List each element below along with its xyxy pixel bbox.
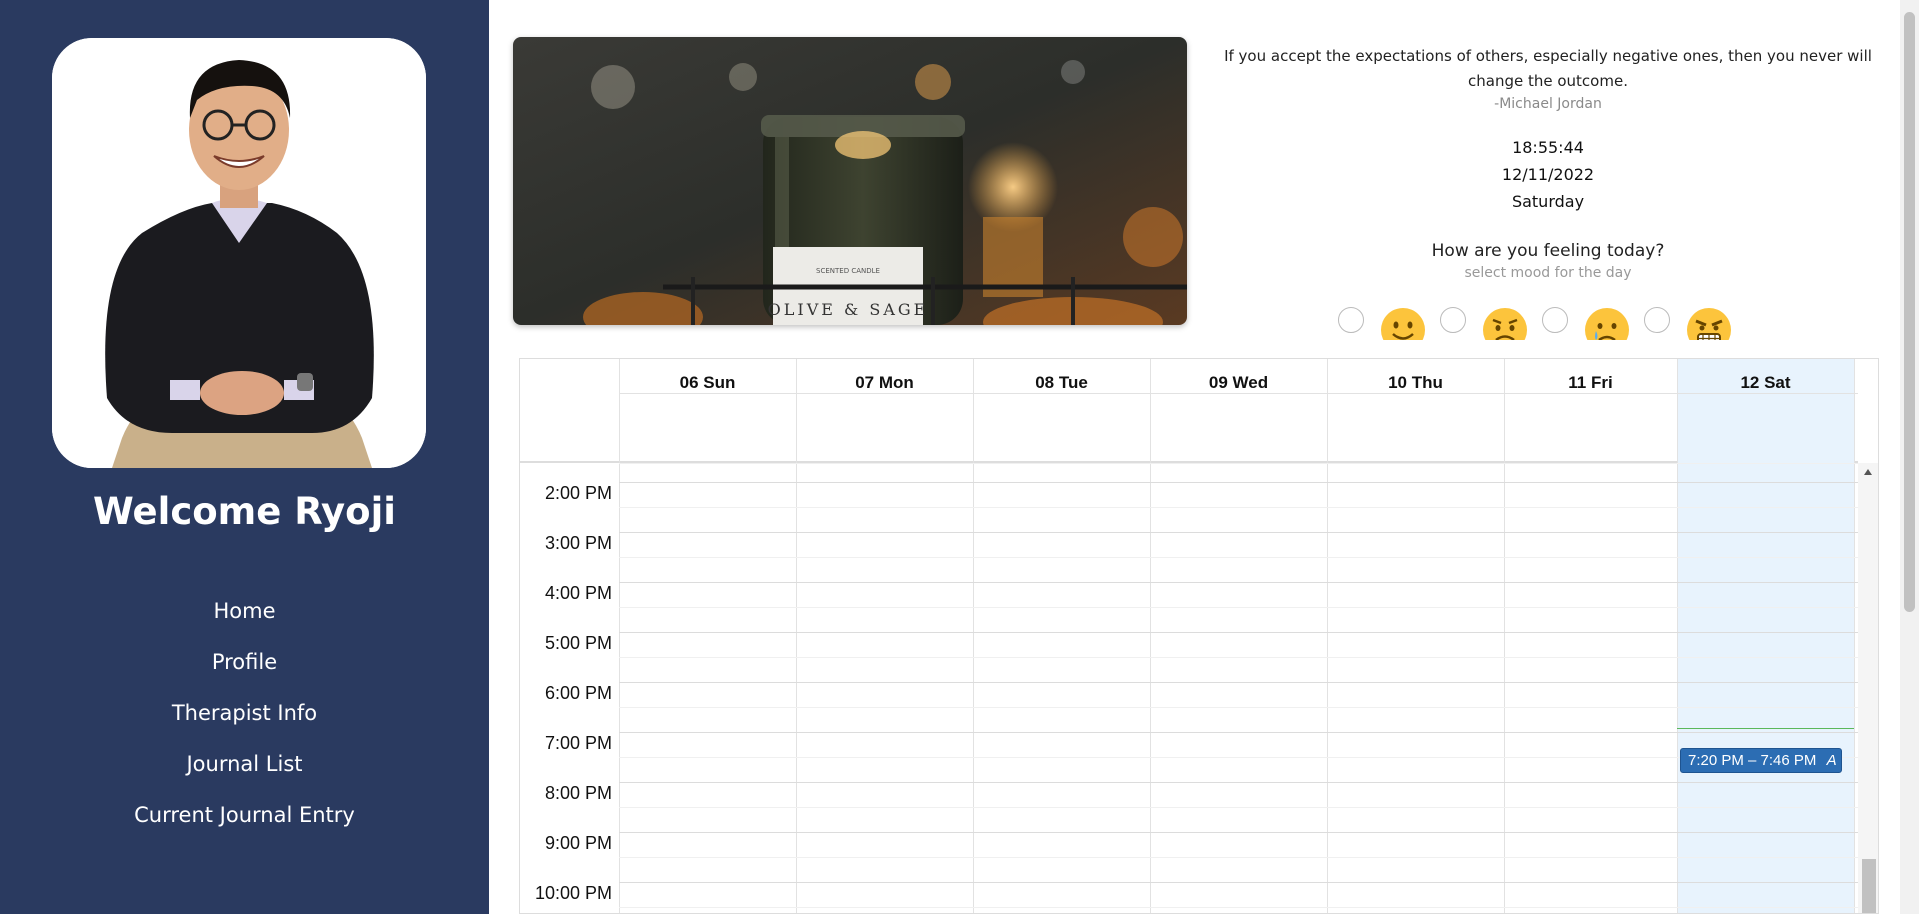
time-label: 2:00 PM bbox=[544, 483, 612, 503]
candle-illustration: SCENTED CANDLE OLIVE & SAGE bbox=[513, 37, 1187, 325]
daily-quote: If you accept the expectations of others… bbox=[1224, 47, 1872, 90]
mood-radio-happy[interactable] bbox=[1338, 307, 1364, 333]
day-header-thu[interactable]: 10 Thu bbox=[1327, 373, 1504, 393]
mood-option-happy bbox=[1338, 300, 1426, 340]
grid-col-line bbox=[1854, 463, 1855, 913]
day-header-fri[interactable]: 11 Fri bbox=[1504, 373, 1677, 393]
nav-link-journal-list[interactable]: Journal List bbox=[186, 752, 302, 776]
nav-link-current-journal-entry[interactable]: Current Journal Entry bbox=[134, 803, 355, 827]
day-header-wed[interactable]: 09 Wed bbox=[1150, 373, 1327, 393]
mood-selector bbox=[1338, 300, 1758, 340]
page-scroll-thumb[interactable] bbox=[1904, 12, 1915, 612]
daily-info-panel: If you accept the expectations of others… bbox=[1208, 44, 1888, 283]
nav-link-profile[interactable]: Profile bbox=[212, 650, 277, 674]
welcome-heading: Welcome Ryoji bbox=[93, 490, 396, 533]
candle-brand-label: OLIVE & SAGE bbox=[768, 300, 929, 319]
mood-option-sad bbox=[1542, 300, 1630, 340]
hour-line bbox=[619, 882, 1858, 883]
mood-radio-sad[interactable] bbox=[1542, 307, 1568, 333]
time-label: 8:00 PM bbox=[544, 783, 612, 803]
mood-subtitle: select mood for the day bbox=[1464, 265, 1632, 281]
time-label: 6:00 PM bbox=[544, 683, 612, 703]
mood-option-angry bbox=[1644, 300, 1732, 340]
grid-col-line bbox=[1327, 463, 1328, 913]
hour-line bbox=[619, 682, 1858, 683]
half-hour-line bbox=[619, 807, 1858, 808]
hour-line bbox=[619, 532, 1858, 533]
grid-col-line bbox=[1677, 463, 1678, 913]
mood-radio-angry[interactable] bbox=[1644, 307, 1670, 333]
scroll-up-arrow-icon[interactable] bbox=[1864, 469, 1872, 475]
half-hour-line bbox=[619, 607, 1858, 608]
candle-small-label: SCENTED CANDLE bbox=[816, 267, 880, 275]
day-header-mon[interactable]: 07 Mon bbox=[796, 373, 973, 393]
calendar-scroll-thumb[interactable] bbox=[1862, 859, 1876, 913]
hero-candle-image: SCENTED CANDLE OLIVE & SAGE bbox=[513, 37, 1187, 325]
half-hour-line bbox=[619, 707, 1858, 708]
half-hour-line bbox=[619, 757, 1858, 758]
grid-col-line bbox=[619, 463, 620, 913]
time-label: 4:00 PM bbox=[544, 583, 612, 603]
event-time-range: 7:20 PM – 7:46 PM bbox=[1688, 752, 1817, 769]
hour-line bbox=[619, 782, 1858, 783]
worried-emoji-icon bbox=[1483, 308, 1527, 340]
clock-time: 18:55:44 bbox=[1512, 138, 1584, 157]
today-column-highlight bbox=[1677, 463, 1854, 913]
half-hour-line bbox=[619, 557, 1858, 558]
event-title: A bbox=[1826, 752, 1837, 769]
time-label: 10:00 PM bbox=[534, 883, 612, 903]
quote-author: -Michael Jordan bbox=[1494, 96, 1602, 112]
half-hour-line bbox=[619, 507, 1858, 508]
profile-photo bbox=[52, 38, 426, 468]
clock: 18:55:44 12/11/2022 Saturday bbox=[1208, 134, 1888, 215]
sidebar: Welcome Ryoji Home Profile Therapist Inf… bbox=[0, 0, 489, 914]
day-header-tue[interactable]: 08 Tue bbox=[973, 373, 1150, 393]
half-hour-line bbox=[619, 463, 1858, 464]
time-label: 3:00 PM bbox=[544, 533, 612, 553]
time-label: 7:00 PM bbox=[544, 733, 612, 753]
calendar-event[interactable]: 7:20 PM – 7:46 PM A bbox=[1680, 748, 1842, 773]
clock-date: 12/11/2022 bbox=[1501, 165, 1595, 184]
time-label: 9:00 PM bbox=[544, 833, 612, 853]
crying-emoji-icon bbox=[1585, 308, 1629, 340]
nav-item-current-journal-entry: Current Journal Entry bbox=[0, 789, 489, 840]
hour-line bbox=[619, 482, 1858, 483]
half-hour-line bbox=[619, 907, 1858, 908]
day-header-sat[interactable]: 12 Sat bbox=[1677, 373, 1854, 393]
nav-item-home: Home bbox=[0, 585, 489, 636]
hour-line bbox=[619, 632, 1858, 633]
nav-link-therapist-info[interactable]: Therapist Info bbox=[172, 701, 317, 725]
mood-radio-worried[interactable] bbox=[1440, 307, 1466, 333]
page-scrollbar[interactable] bbox=[1900, 0, 1919, 914]
clock-weekday: Saturday bbox=[1511, 192, 1585, 211]
grid-col-line bbox=[1504, 463, 1505, 913]
grid-col-line bbox=[973, 463, 974, 913]
hour-line bbox=[619, 832, 1858, 833]
grid-col-line bbox=[796, 463, 797, 913]
hour-line bbox=[619, 582, 1858, 583]
calendar-time-grid: 2:00 PM 3:00 PM 4:00 PM 5:00 PM 6:00 PM … bbox=[520, 463, 1858, 913]
nav-item-therapist-info: Therapist Info bbox=[0, 687, 489, 738]
weekly-calendar: 06 Sun 07 Mon 08 Tue 09 Wed 10 Thu 11 Fr… bbox=[519, 358, 1879, 914]
hour-line bbox=[619, 732, 1858, 733]
header-col-line bbox=[1854, 359, 1855, 463]
avatar-illustration bbox=[52, 38, 426, 468]
nav-item-profile: Profile bbox=[0, 636, 489, 687]
current-time-indicator bbox=[1677, 728, 1854, 729]
day-header-sun[interactable]: 06 Sun bbox=[619, 373, 796, 393]
calendar-scrollbar[interactable] bbox=[1858, 463, 1878, 913]
nav-link-home[interactable]: Home bbox=[213, 599, 275, 623]
grid-col-line bbox=[1150, 463, 1151, 913]
allday-divider bbox=[619, 393, 1858, 394]
time-label: 5:00 PM bbox=[544, 633, 612, 653]
angry-emoji-icon bbox=[1687, 308, 1731, 340]
mood-option-worried bbox=[1440, 300, 1528, 340]
nav-item-journal-list: Journal List bbox=[0, 738, 489, 789]
sidebar-nav: Home Profile Therapist Info Journal List… bbox=[0, 585, 489, 840]
half-hour-line bbox=[619, 857, 1858, 858]
smile-emoji-icon bbox=[1381, 308, 1425, 340]
half-hour-line bbox=[619, 657, 1858, 658]
calendar-header: 06 Sun 07 Mon 08 Tue 09 Wed 10 Thu 11 Fr… bbox=[520, 359, 1858, 463]
mood-title: How are you feeling today? bbox=[1431, 241, 1665, 261]
